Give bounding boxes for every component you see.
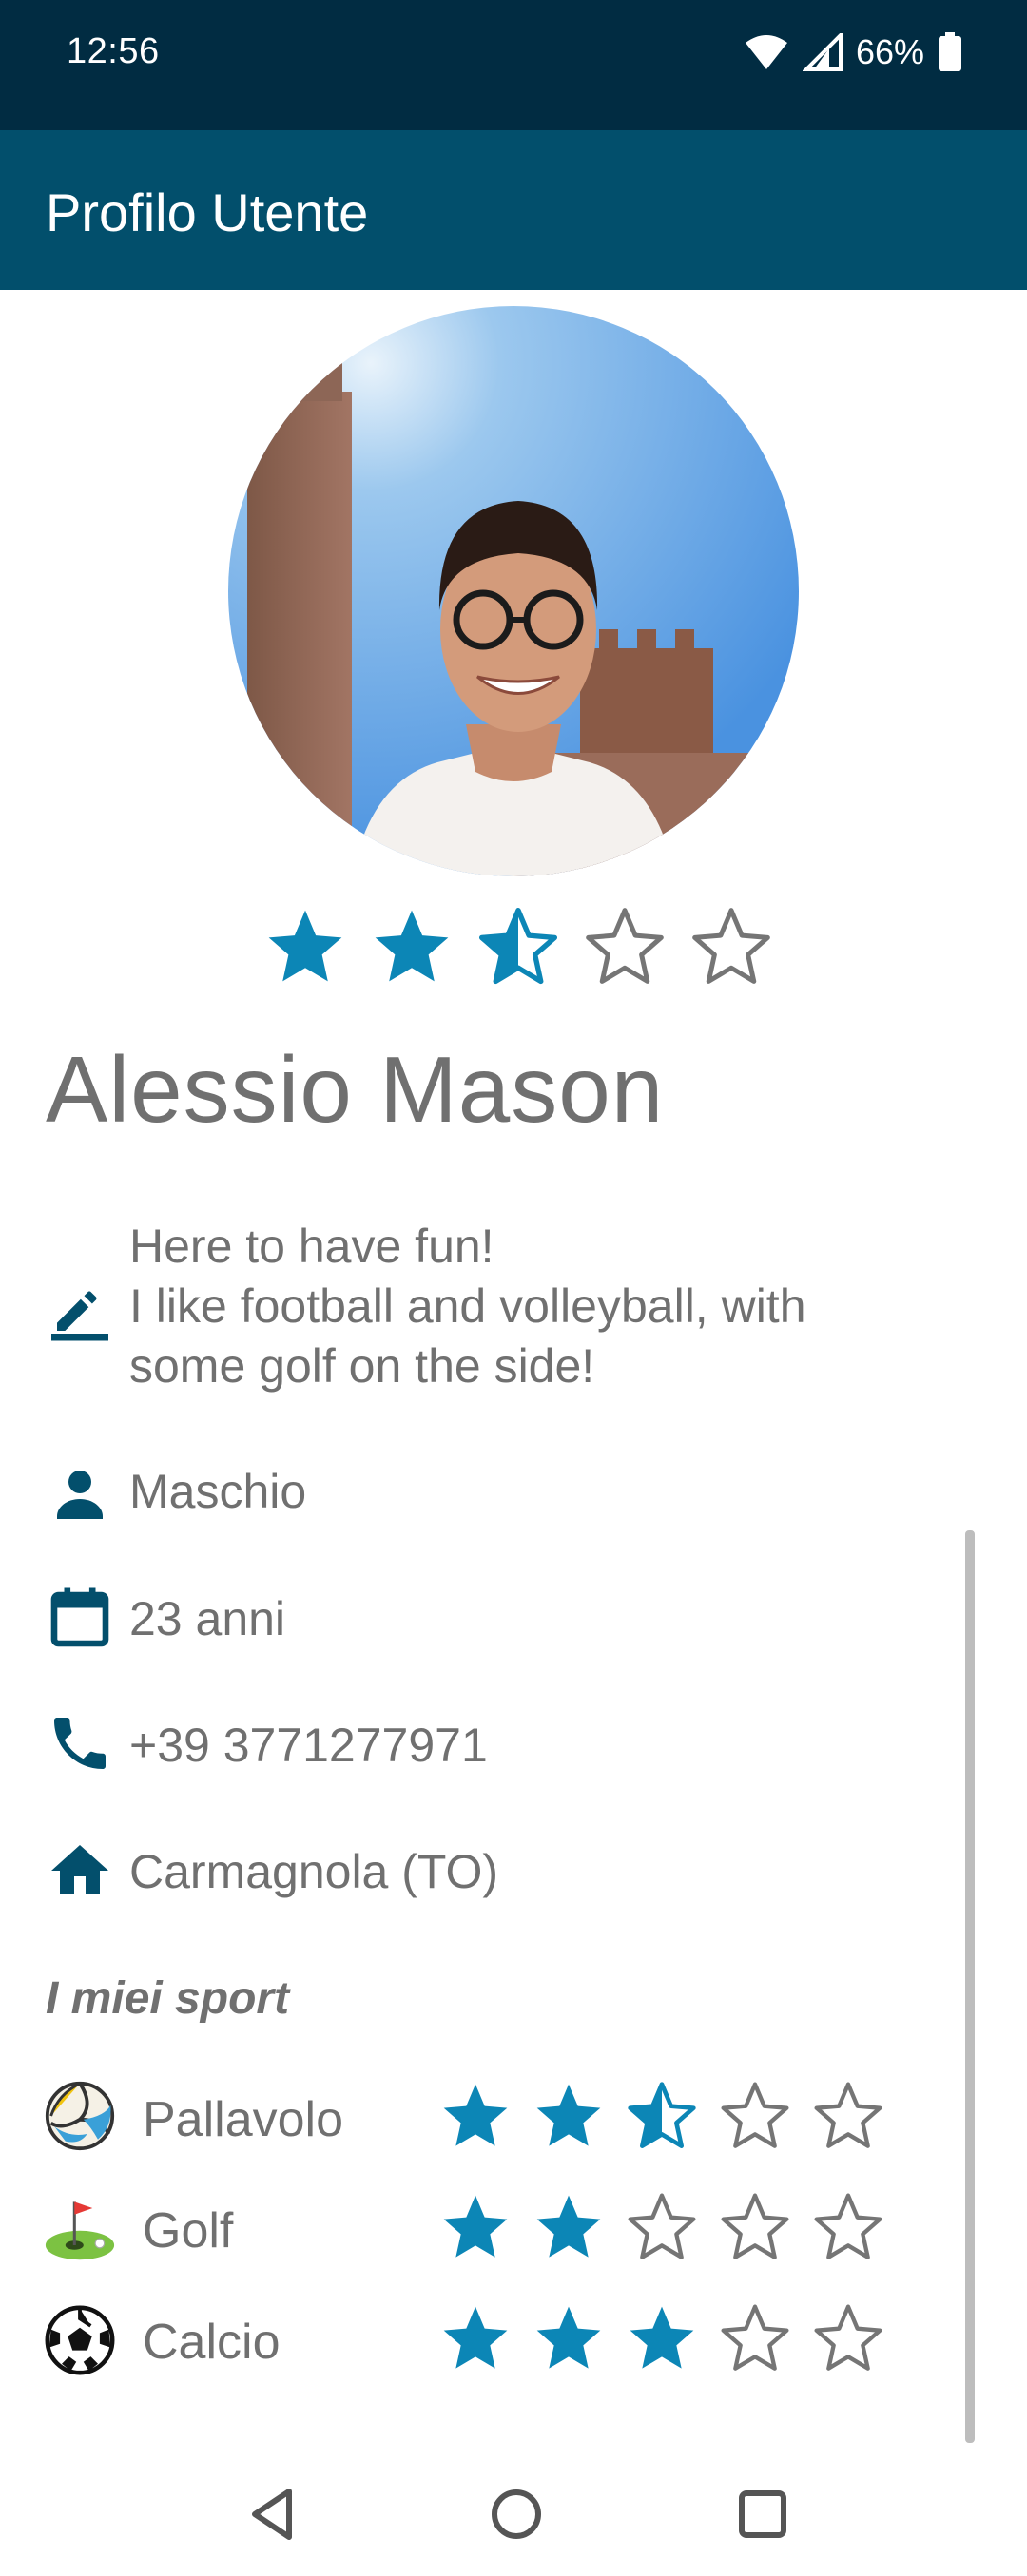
status-time: 12:56 <box>67 31 160 71</box>
wifi-icon <box>745 35 787 69</box>
star-empty-icon <box>814 2304 882 2371</box>
sport-name: Calcio <box>143 2315 281 2370</box>
soccer-ball-icon <box>45 2305 115 2375</box>
scrollbar[interactable] <box>965 1530 975 2443</box>
sport-name: Pallavolo <box>143 2092 344 2147</box>
battery-icon <box>939 32 961 71</box>
star-filled-icon <box>630 2306 694 2369</box>
person-icon <box>57 1471 103 1519</box>
phone-value: +39 3771277971 <box>129 1719 488 1772</box>
gender-value: Maschio <box>129 1465 307 1518</box>
status-icons: 66% <box>744 29 962 76</box>
star-empty-icon <box>814 2082 882 2148</box>
volleyball-icon <box>45 2081 115 2151</box>
star-empty-icon <box>721 2193 789 2259</box>
recents-icon[interactable] <box>725 2476 801 2552</box>
home-icon <box>51 1845 108 1894</box>
star-filled-icon <box>443 2306 508 2369</box>
star-filled-icon <box>375 910 449 982</box>
age-value: 23 anni <box>129 1592 286 1645</box>
sport-rating-pallavolo <box>437 2078 886 2154</box>
star-empty-icon <box>721 2304 789 2371</box>
star-filled-icon <box>443 2195 508 2258</box>
star-empty-icon <box>628 2193 696 2259</box>
bio-line: I like football and volleyball, with <box>129 1279 806 1333</box>
calendar-icon <box>50 1587 109 1647</box>
profile-name: Alessio Mason <box>46 1037 665 1142</box>
star-filled-icon <box>536 2084 601 2146</box>
back-icon[interactable] <box>236 2476 312 2552</box>
phone-icon <box>54 1718 106 1769</box>
navigation-bar <box>0 2452 1027 2576</box>
profile-avatar <box>228 306 799 876</box>
city-value: Carmagnola (TO) <box>129 1845 499 1898</box>
signal-icon <box>802 33 843 71</box>
star-half-icon <box>628 2082 696 2148</box>
star-empty-icon <box>692 908 770 984</box>
star-filled-icon <box>536 2306 601 2369</box>
bio-text: Here to have fun! I like football and vo… <box>129 1217 806 1396</box>
app-bar: Profilo Utente <box>0 130 1027 290</box>
edit-icon <box>51 1291 108 1341</box>
golf-icon <box>45 2201 115 2260</box>
sport-rating-calcio <box>437 2300 886 2376</box>
star-filled-icon <box>536 2195 601 2258</box>
profile-rating <box>262 903 775 990</box>
sports-section-title: I miei sport <box>46 1973 290 2024</box>
battery-percent: 66% <box>855 32 924 71</box>
star-filled-icon <box>268 910 342 982</box>
star-empty-icon <box>586 908 664 984</box>
page-title: Profilo Utente <box>46 183 369 242</box>
sport-name: Golf <box>143 2203 234 2259</box>
star-empty-icon <box>814 2193 882 2259</box>
star-filled-icon <box>443 2084 508 2146</box>
star-half-icon <box>478 907 558 985</box>
bio-line: some golf on the side! <box>129 1339 595 1393</box>
sport-rating-golf <box>437 2189 886 2265</box>
home-icon[interactable] <box>478 2476 554 2552</box>
status-bar: 12:56 66% <box>0 0 1027 130</box>
bio-line: Here to have fun! <box>129 1220 494 1273</box>
star-empty-icon <box>721 2082 789 2148</box>
